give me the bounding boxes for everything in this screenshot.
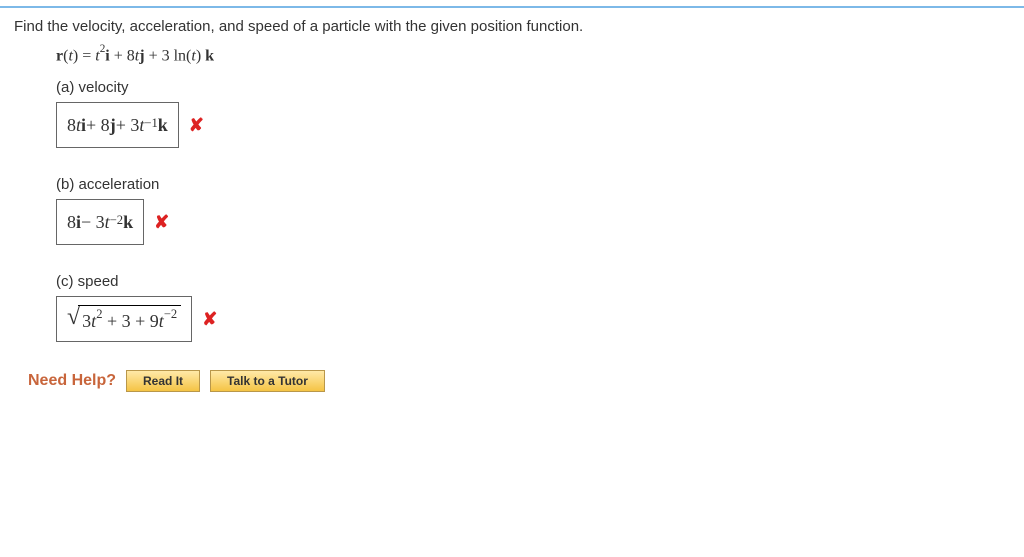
part-c-row: √ 3t2 + 3 + 9t−2 ✘ [56,296,1010,342]
part-a-row: 8ti + 8j + 3t−1k ✘ [56,102,1010,148]
wrong-icon: ✘ [189,115,204,136]
part-c-label: (c) speed [56,273,1010,290]
read-it-button[interactable]: Read It [126,370,200,392]
part-b-label: (b) acceleration [56,176,1010,193]
position-function: r(t) = t2i + 8tj + 3 ln(t) k [56,45,1010,65]
answer-b-input[interactable]: 8i − 3t−2k [56,199,144,245]
question-content: Find the velocity, acceleration, and spe… [0,8,1024,412]
question-body: r(t) = t2i + 8tj + 3 ln(t) k (a) velocit… [56,45,1010,342]
need-help-label: Need Help? [28,372,116,390]
top-border [0,0,1024,8]
part-a-label: (a) velocity [56,79,1010,96]
talk-to-tutor-button[interactable]: Talk to a Tutor [210,370,325,392]
question-text: Find the velocity, acceleration, and spe… [14,18,1010,35]
answer-a-input[interactable]: 8ti + 8j + 3t−1k [56,102,179,148]
wrong-icon: ✘ [202,309,217,330]
help-bar: Need Help? Read It Talk to a Tutor [28,370,1010,392]
part-b-row: 8i − 3t−2k ✘ [56,199,1010,245]
wrong-icon: ✘ [154,212,169,233]
answer-c-input[interactable]: √ 3t2 + 3 + 9t−2 [56,296,192,342]
